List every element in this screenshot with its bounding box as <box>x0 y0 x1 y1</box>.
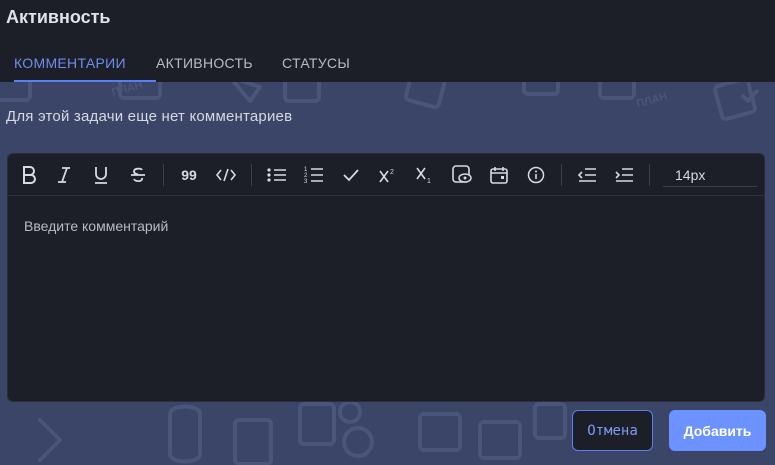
tab-statuses-label: СТАТУСЫ <box>282 55 351 71</box>
calendar-icon <box>490 167 508 184</box>
superscript-icon: 2 <box>379 169 394 183</box>
tab-comments-label: КОММЕНТАРИИ <box>14 55 126 71</box>
strikethrough-icon <box>131 167 145 183</box>
outdent-button[interactable] <box>574 163 600 187</box>
activity-panel-header: Активность КОММЕНТАРИИ АКТИВНОСТЬ СТАТУС… <box>0 0 775 82</box>
date-button[interactable] <box>486 163 512 187</box>
editor-toolbar: 99 123 2 1 14px <box>8 154 764 196</box>
bullet-list-icon <box>267 168 286 182</box>
svg-text:3: 3 <box>304 179 308 184</box>
italic-button[interactable] <box>51 163 77 187</box>
svg-text:1: 1 <box>427 178 431 184</box>
italic-icon <box>58 167 70 183</box>
underline-button[interactable] <box>88 163 114 187</box>
no-comments-message: Для этой задачи еще нет комментариев <box>6 108 293 125</box>
quote-button[interactable]: 99 <box>176 163 202 187</box>
toolbar-divider <box>561 164 562 186</box>
toolbar-divider <box>251 164 252 186</box>
numbered-list-icon: 123 <box>304 167 323 184</box>
cancel-button[interactable]: Отмена <box>572 410 653 451</box>
comment-input[interactable]: Введите комментарий <box>24 218 168 234</box>
spoiler-button[interactable] <box>449 163 475 187</box>
subscript-icon: 1 <box>416 167 431 184</box>
comment-editor: 99 123 2 1 14px Введите комментарий <box>7 153 765 402</box>
bullet-list-button[interactable] <box>264 163 290 187</box>
svg-text:2: 2 <box>390 169 394 176</box>
tab-activity[interactable]: АКТИВНОСТЬ <box>156 44 282 82</box>
tab-comments[interactable]: КОММЕНТАРИИ <box>14 44 156 82</box>
toolbar-divider <box>163 164 164 186</box>
comments-area: ПЛАН ПЛАН Для этой задачи еще нет коммен… <box>0 82 775 465</box>
outdent-icon <box>577 168 596 182</box>
eye-icon <box>452 165 472 183</box>
underline-icon <box>95 167 107 184</box>
tab-activity-label: АКТИВНОСТЬ <box>156 55 253 71</box>
numbered-list-button[interactable]: 123 <box>301 163 327 187</box>
bold-icon <box>23 166 36 184</box>
toolbar-divider <box>649 164 650 186</box>
font-size-select[interactable]: 14px <box>663 163 757 187</box>
tab-bar: КОММЕНТАРИИ АКТИВНОСТЬ СТАТУСЫ <box>0 44 775 82</box>
add-comment-button[interactable]: Добавить <box>669 410 766 451</box>
code-icon <box>216 168 236 182</box>
indent-button[interactable] <box>611 163 637 187</box>
tab-statuses[interactable]: СТАТУСЫ <box>282 44 382 82</box>
quote-icon: 99 <box>181 167 197 183</box>
subscript-button[interactable]: 1 <box>412 163 438 187</box>
info-button[interactable] <box>523 163 549 187</box>
strikethrough-button[interactable] <box>125 163 151 187</box>
indent-icon <box>615 168 633 182</box>
check-icon <box>343 169 359 182</box>
panel-title: Активность <box>6 7 111 27</box>
svg-text:ПЛАН: ПЛАН <box>635 91 669 111</box>
code-button[interactable] <box>213 163 239 187</box>
superscript-button[interactable]: 2 <box>375 163 401 187</box>
checklist-button[interactable] <box>338 163 364 187</box>
info-icon <box>527 166 545 184</box>
bold-button[interactable] <box>16 163 42 187</box>
